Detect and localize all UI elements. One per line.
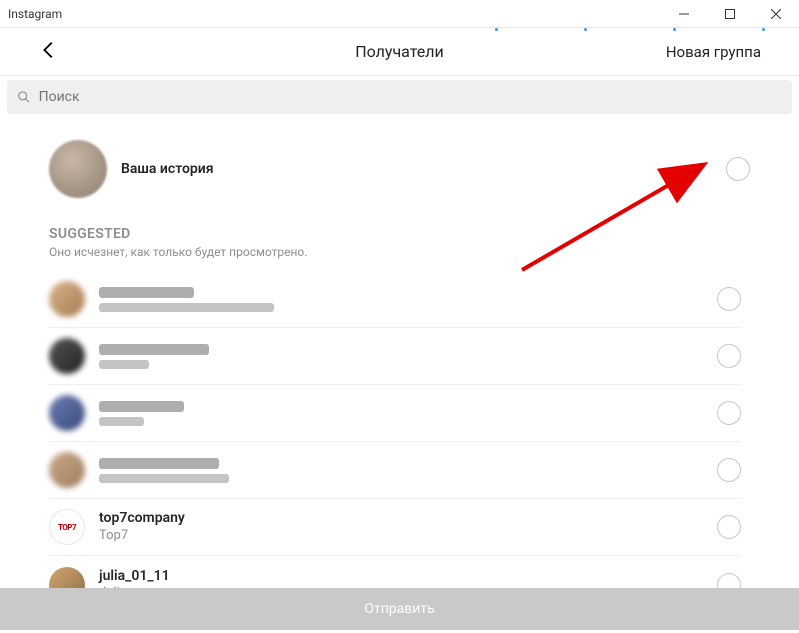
suggested-subtitle: Оно исчезнет, как только будет просмотре…: [49, 245, 750, 259]
user-name: julia_01_11: [99, 568, 170, 586]
page-title: Получатели: [355, 42, 444, 61]
select-radio[interactable]: [717, 401, 741, 425]
user-sub: Top7: [99, 528, 185, 544]
send-button[interactable]: Отправить: [0, 588, 799, 630]
app-title: Instagram: [0, 7, 62, 21]
story-label: Ваша история: [121, 161, 214, 177]
search-input[interactable]: [39, 89, 782, 105]
list-item[interactable]: [49, 271, 741, 328]
story-avatar: [49, 140, 107, 198]
your-story-row[interactable]: Ваша история: [49, 118, 750, 216]
story-radio[interactable]: [726, 157, 750, 181]
back-button[interactable]: [38, 39, 60, 65]
select-radio[interactable]: [717, 515, 741, 539]
list-item[interactable]: [49, 442, 741, 499]
avatar: TOP7: [49, 509, 85, 545]
new-group-button[interactable]: Новая группа: [666, 43, 761, 61]
minimize-button[interactable]: [661, 0, 707, 28]
close-button[interactable]: [753, 0, 799, 28]
list-item[interactable]: [49, 385, 741, 442]
select-radio[interactable]: [717, 458, 741, 482]
select-radio[interactable]: [717, 287, 741, 311]
select-radio[interactable]: [717, 344, 741, 368]
list-item-top7[interactable]: TOP7 top7companyTop7: [49, 499, 741, 556]
suggested-title: SUGGESTED: [49, 226, 750, 242]
list-item[interactable]: [49, 328, 741, 385]
search-bar[interactable]: [7, 80, 792, 114]
search-icon: [17, 90, 31, 104]
user-name: top7company: [99, 510, 185, 528]
maximize-button[interactable]: [707, 0, 753, 28]
